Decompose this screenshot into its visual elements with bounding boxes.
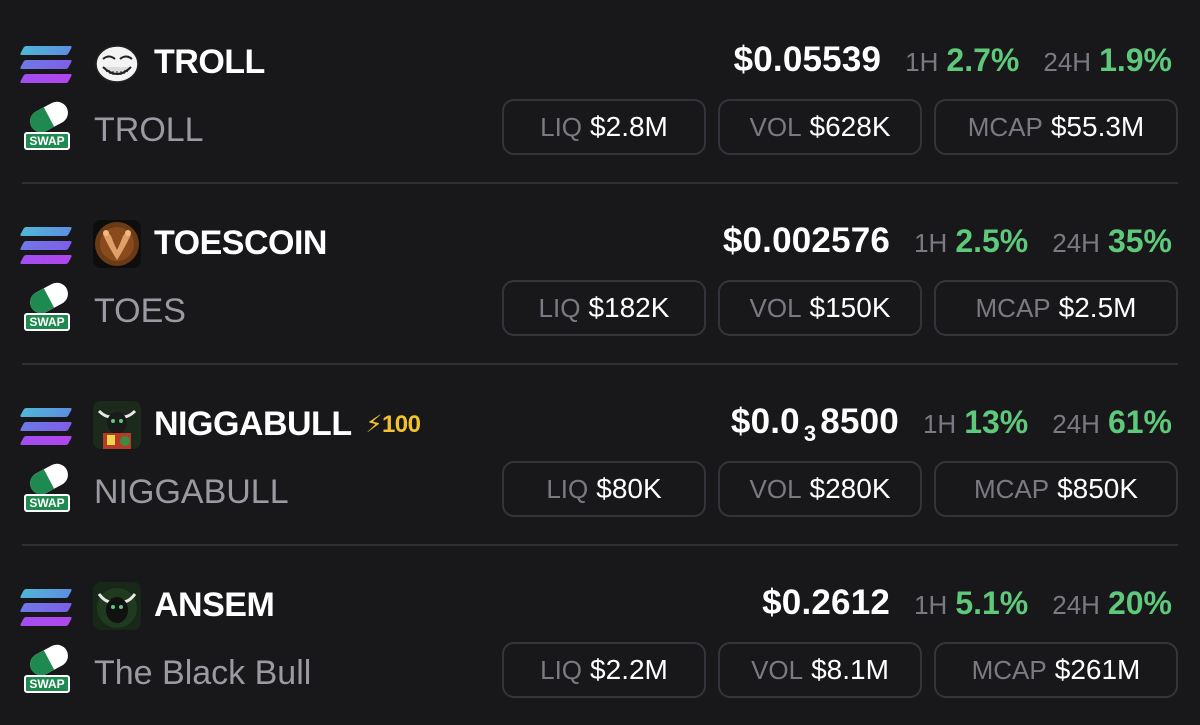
- volume-stat: VOL $280K: [718, 461, 922, 517]
- solana-chain-icon: [19, 44, 73, 86]
- change-1h-value: 13%: [964, 404, 1029, 440]
- change-1h-value: 5.1%: [955, 585, 1029, 621]
- market-cap-stat: MCAP $261M: [934, 642, 1178, 698]
- change-24h-value: 35%: [1107, 223, 1172, 259]
- price-change-group: $0.05539 1H 2.7% 24H 1.9%: [734, 40, 1172, 84]
- swap-icon[interactable]: SWAP: [24, 459, 72, 514]
- token-row-troll[interactable]: SWAP TROLL TROLL $0.05539 1H 2.7% 24H 1.…: [0, 0, 1200, 182]
- change-24h-label: 24H: [1052, 228, 1100, 258]
- price-change-group: $0.2612 1H 5.1% 24H 20%: [762, 583, 1172, 627]
- token-price: $0.0 3 8500: [730, 402, 899, 446]
- token-name: ANSEM: [154, 586, 275, 624]
- token-symbol: TROLL: [94, 111, 204, 149]
- change-24h-label: 24H: [1052, 590, 1100, 620]
- token-symbol: NIGGABULL: [94, 473, 289, 511]
- token-row-ansem[interactable]: SWAP ANSEM The Black Bull $0.2612 1H 5.1…: [0, 543, 1200, 725]
- solana-chain-icon: [19, 406, 73, 448]
- token-name: TROLL: [154, 43, 265, 81]
- change-1h-label: 1H: [914, 228, 948, 258]
- market-cap-stat: MCAP $2.5M: [934, 280, 1178, 336]
- liquidity-stat: LIQ $182K: [502, 280, 706, 336]
- liquidity-stat: LIQ $2.2M: [502, 642, 706, 698]
- swap-icon[interactable]: SWAP: [24, 640, 72, 695]
- swap-icon[interactable]: SWAP: [24, 97, 72, 152]
- token-name: NIGGABULL ⚡100: [154, 405, 421, 443]
- change-24h-value: 1.9%: [1099, 42, 1172, 78]
- change-1h-label: 1H: [914, 590, 948, 620]
- change-24h-value: 20%: [1107, 585, 1172, 621]
- token-list: SWAP TROLL TROLL $0.05539 1H 2.7% 24H 1.…: [0, 0, 1200, 720]
- volume-stat: VOL $8.1M: [718, 642, 922, 698]
- change-24h-label: 24H: [1043, 47, 1092, 77]
- token-price: $0.002576: [722, 221, 891, 260]
- token-symbol: TOES: [94, 292, 186, 330]
- token-price: $0.2612: [762, 583, 891, 622]
- liquidity-stat: LIQ $2.8M: [502, 99, 706, 155]
- price-change-group: $0.002576 1H 2.5% 24H 35%: [723, 221, 1172, 265]
- change-1h-label: 1H: [922, 409, 957, 439]
- change-1h-value: 2.7%: [946, 42, 1020, 78]
- token-price: $0.05539: [733, 40, 882, 79]
- market-cap-stat: MCAP $55.3M: [934, 99, 1178, 155]
- price-change-group: $0.0 3 8500 1H 13% 24H 61%: [731, 402, 1172, 446]
- change-24h-value: 61%: [1107, 404, 1172, 440]
- solana-chain-icon: [19, 225, 73, 267]
- change-1h-value: 2.5%: [955, 223, 1029, 259]
- market-cap-stat: MCAP $850K: [934, 461, 1178, 517]
- troll-face-avatar: [93, 39, 141, 87]
- token-row-toescoin[interactable]: SWAP TOESCOIN TOES $0.002576 1H 2.5% 24H…: [0, 181, 1200, 363]
- bull-avatar: [93, 401, 141, 449]
- token-name: TOESCOIN: [154, 224, 327, 262]
- token-symbol: The Black Bull: [94, 654, 312, 692]
- liquidity-stat: LIQ $80K: [502, 461, 706, 517]
- black-bull-avatar: [93, 582, 141, 630]
- volume-stat: VOL $628K: [718, 99, 922, 155]
- change-24h-label: 24H: [1052, 409, 1100, 439]
- change-1h-label: 1H: [905, 47, 939, 77]
- boost-badge: ⚡100: [365, 411, 421, 438]
- volume-stat: VOL $150K: [718, 280, 922, 336]
- token-row-niggabull[interactable]: SWAP NIGGABULL ⚡100 NIGGABULL $0.0 3 8500 1…: [0, 362, 1200, 544]
- toes-avatar: [93, 220, 141, 268]
- solana-chain-icon: [19, 587, 73, 629]
- swap-icon[interactable]: SWAP: [24, 278, 72, 333]
